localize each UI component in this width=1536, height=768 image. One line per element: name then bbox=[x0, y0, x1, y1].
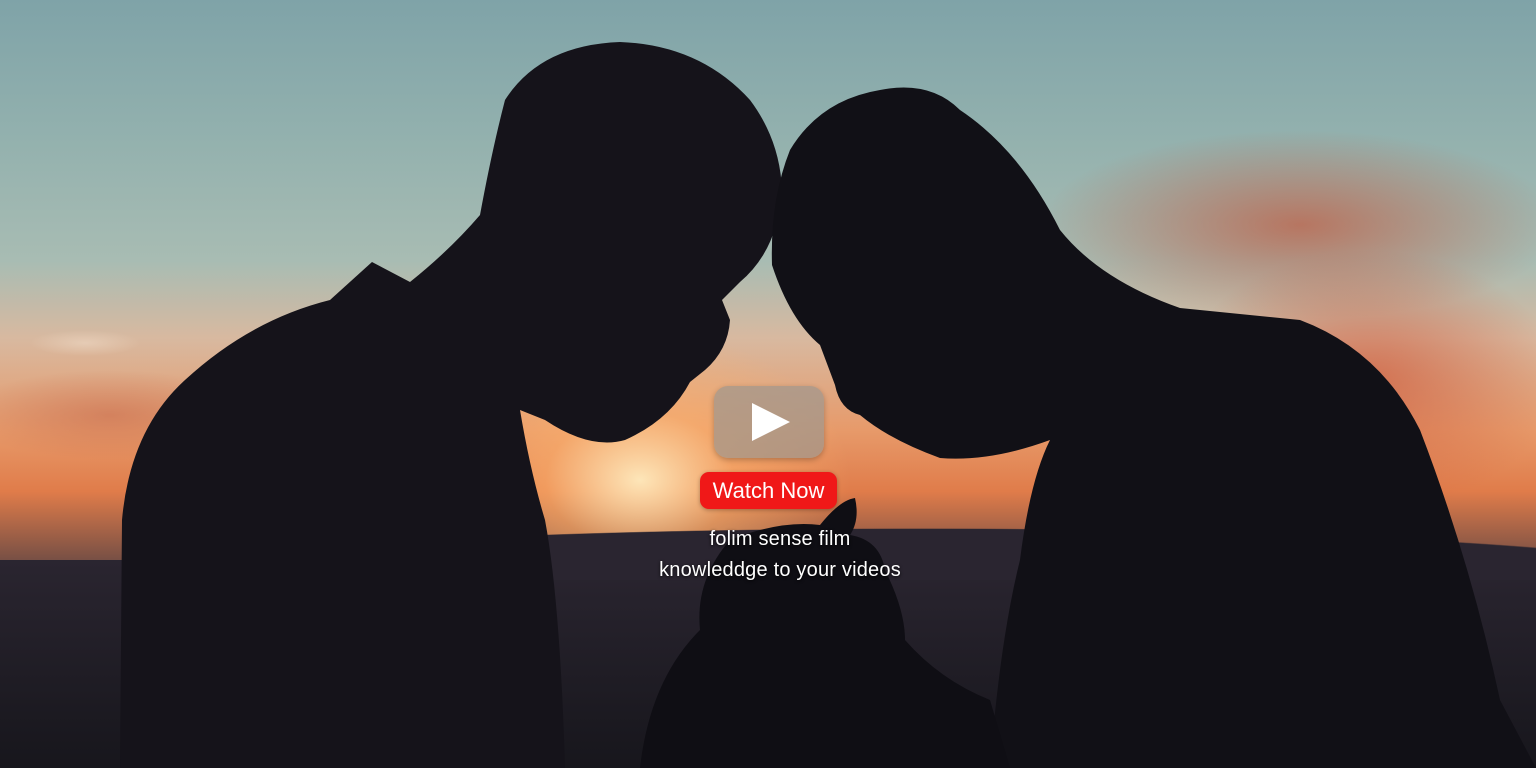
play-button[interactable] bbox=[714, 386, 824, 458]
play-icon bbox=[752, 403, 790, 441]
video-caption-line-1: folim sense film bbox=[709, 528, 851, 550]
video-poster[interactable]: Watch Now folim sense film knowleddge to… bbox=[0, 0, 1536, 768]
video-caption-line-2: knowleddge to your videos bbox=[659, 559, 901, 581]
watch-now-button[interactable]: Watch Now bbox=[700, 472, 837, 509]
